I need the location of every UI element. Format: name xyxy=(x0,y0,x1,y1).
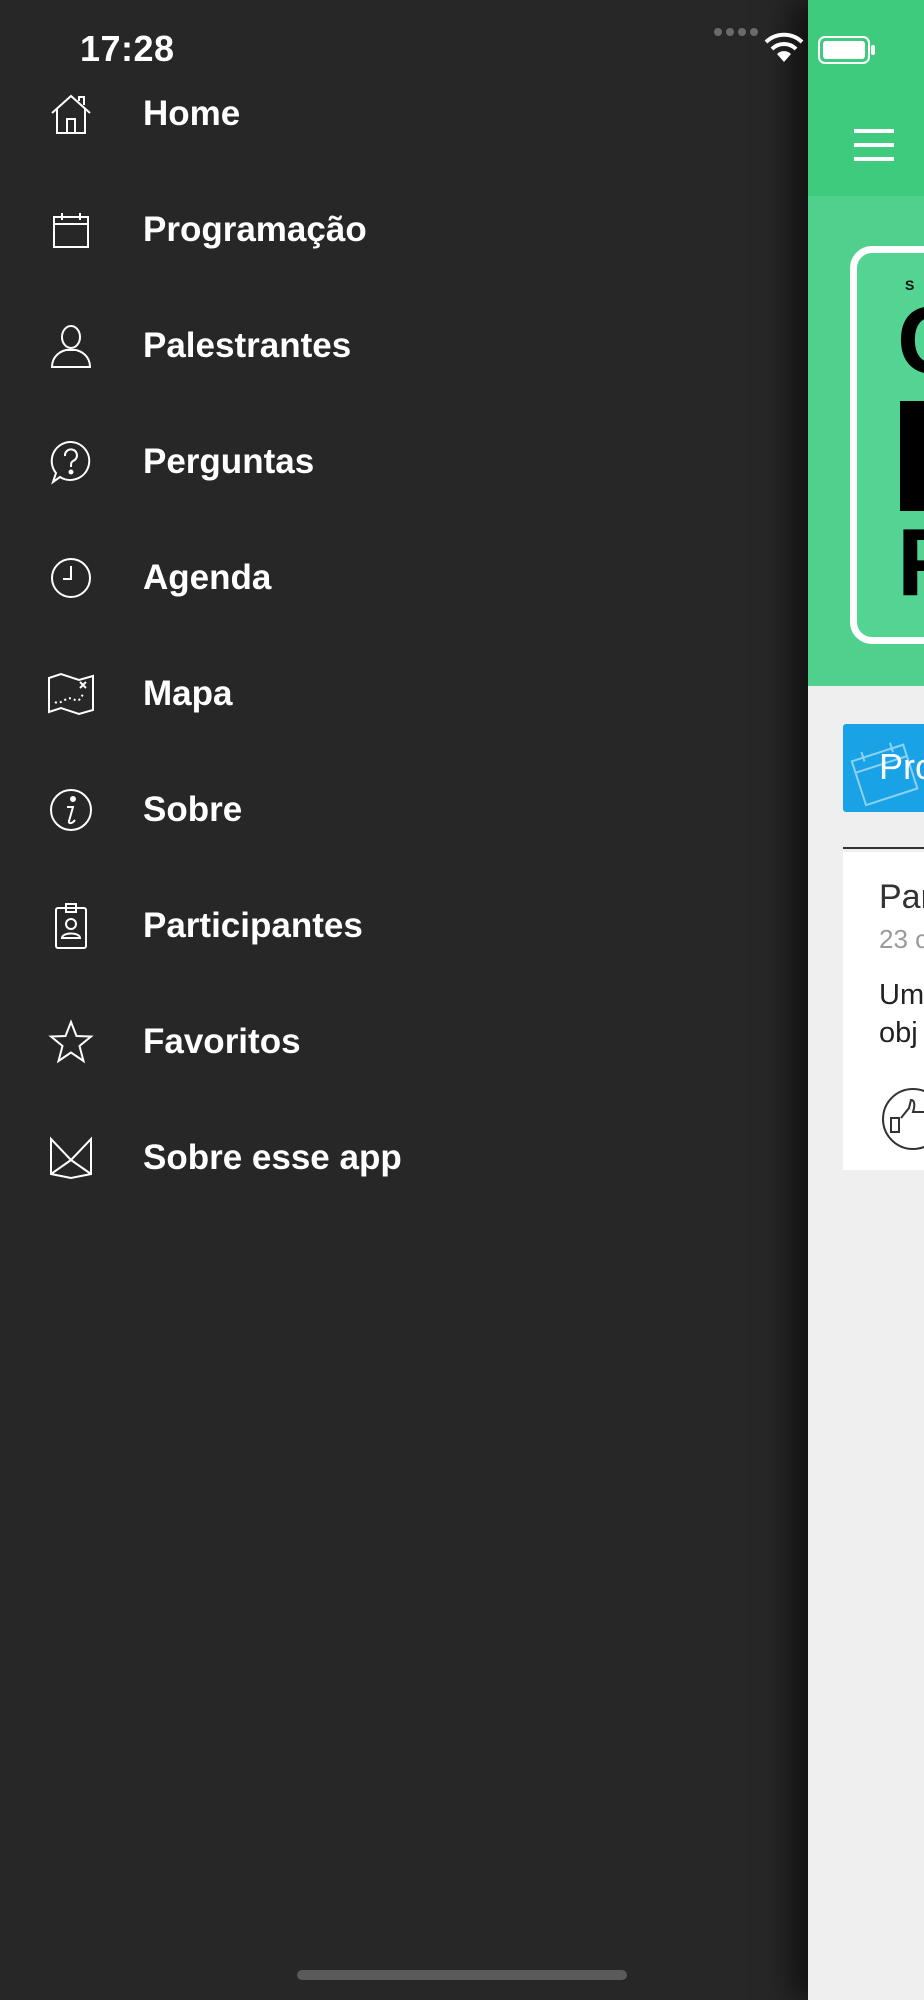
menu-item-label: Favoritos xyxy=(143,1022,301,1061)
question-bubble-icon xyxy=(46,437,96,487)
banner-letter-top: C xyxy=(897,293,924,389)
menu-item-label: Agenda xyxy=(143,558,272,597)
menu-item-label: Mapa xyxy=(143,674,233,713)
envelope-icon xyxy=(46,1133,96,1183)
card-date: 23 c xyxy=(879,924,924,954)
event-banner: S C F xyxy=(808,196,924,686)
menu-item-sobre-esse-app[interactable]: Sobre esse app xyxy=(0,1100,808,1216)
battery-icon xyxy=(818,36,876,69)
banner-logo-frame: S C F xyxy=(850,246,924,644)
person-icon xyxy=(46,321,96,371)
clock-icon xyxy=(46,553,96,603)
news-card[interactable]: Par 23 c Um obj xyxy=(843,852,924,1170)
programacao-button[interactable]: Pro xyxy=(843,724,924,812)
card-title: Par xyxy=(879,878,924,916)
star-icon xyxy=(46,1017,96,1067)
like-icon[interactable] xyxy=(879,1086,924,1157)
calendar-icon xyxy=(46,205,96,255)
badge-icon xyxy=(46,901,96,951)
menu-item-label: Programação xyxy=(143,210,367,249)
menu-item-label: Perguntas xyxy=(143,442,315,481)
hamburger-menu-icon[interactable] xyxy=(854,128,894,167)
app-header xyxy=(808,0,924,196)
menu-item-perguntas[interactable]: Perguntas xyxy=(0,404,808,520)
menu-item-sobre[interactable]: Sobre xyxy=(0,752,808,868)
menu-item-label: Palestrantes xyxy=(143,326,352,365)
menu-item-label: Sobre esse app xyxy=(143,1138,402,1177)
drawer-menu: Home Programação Palestrantes Perguntas … xyxy=(0,56,808,1216)
card-body-line: Um xyxy=(879,979,924,1011)
main-content-panel[interactable]: S C F Pro Par 23 c Um obj xyxy=(808,0,924,2000)
menu-item-mapa[interactable]: Mapa xyxy=(0,636,808,752)
menu-item-favoritos[interactable]: Favoritos xyxy=(0,984,808,1100)
banner-letter-bottom: F xyxy=(897,515,924,611)
programacao-button-label: Pro xyxy=(879,746,924,787)
menu-item-palestrantes[interactable]: Palestrantes xyxy=(0,288,808,404)
menu-item-programacao[interactable]: Programação xyxy=(0,172,808,288)
banner-block xyxy=(900,401,924,511)
menu-item-participantes[interactable]: Participantes xyxy=(0,868,808,984)
home-icon xyxy=(46,89,96,139)
cellular-signal-icon xyxy=(714,28,758,36)
card-body-line: obj xyxy=(879,1017,918,1049)
menu-item-label: Sobre xyxy=(143,790,243,829)
menu-item-home[interactable]: Home xyxy=(0,56,808,172)
map-icon xyxy=(46,669,96,719)
card-body: Um obj xyxy=(879,976,924,1052)
menu-item-label: Participantes xyxy=(143,906,363,945)
section-divider xyxy=(843,847,924,849)
menu-item-agenda[interactable]: Agenda xyxy=(0,520,808,636)
menu-item-label: Home xyxy=(143,94,241,133)
info-icon xyxy=(46,785,96,835)
navigation-drawer: 17:28 Home Programação Palestrantes Perg… xyxy=(0,0,808,2000)
wifi-icon xyxy=(764,32,804,69)
home-indicator xyxy=(297,1970,627,1980)
